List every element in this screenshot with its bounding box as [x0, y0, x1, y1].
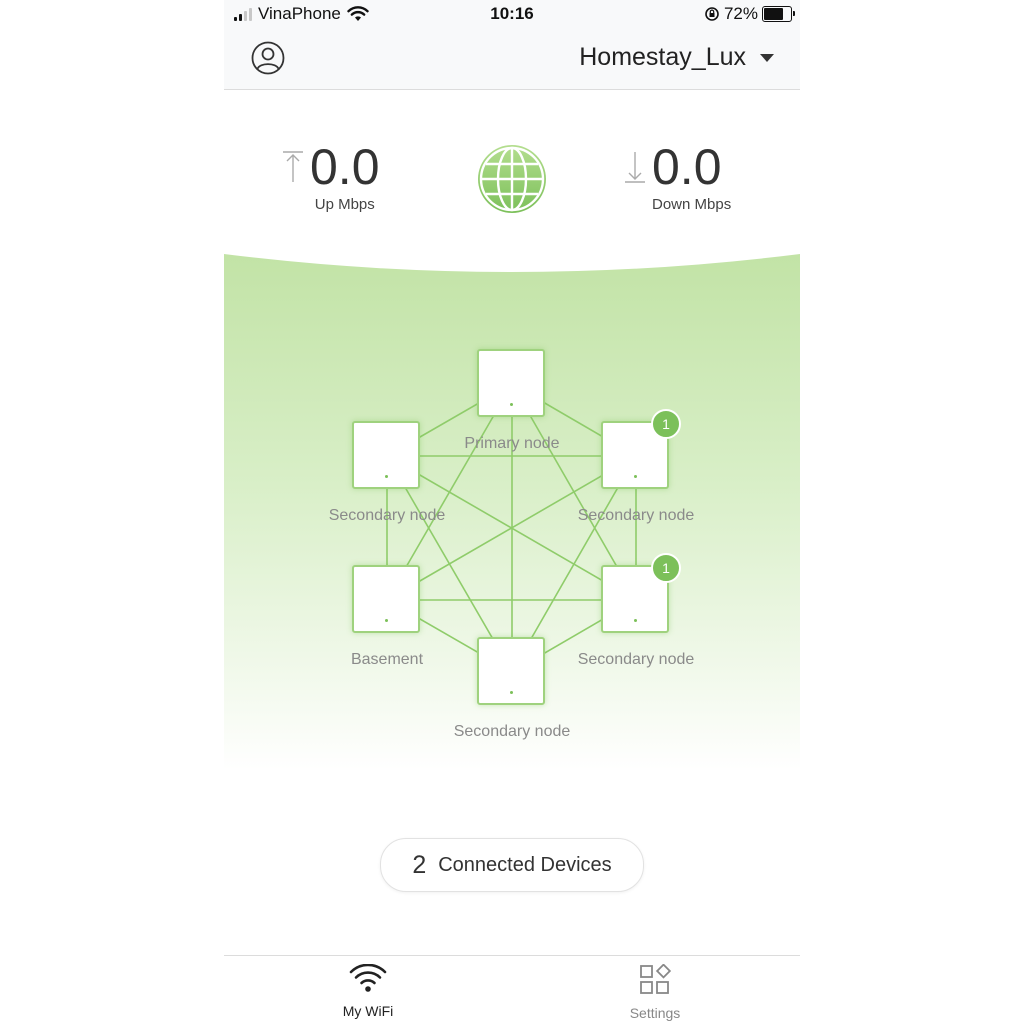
led-indicator	[634, 475, 637, 478]
battery-percent: 72%	[723, 4, 758, 23]
upload-speed: 0.0 Up Mbps	[282, 140, 380, 213]
upload-speed-label: Up Mbps	[314, 196, 375, 213]
device-count-badge: 1	[651, 409, 681, 439]
mesh-node-bottom[interactable]	[477, 637, 545, 705]
app-header: Homestay_Lux	[224, 30, 800, 90]
mesh-node-right-lower[interactable]: 1	[601, 553, 681, 633]
download-speed: 0.0 Down Mbps	[624, 140, 731, 213]
node-label-right-upper: Secondary node	[577, 507, 695, 524]
mesh-node-primary[interactable]	[477, 349, 545, 417]
status-bar: VinaPhone 10:16 72%	[224, 0, 800, 30]
network-selector[interactable]: Homestay_Lux	[579, 43, 774, 72]
tab-bar: My WiFi Settings	[224, 955, 800, 1024]
network-name: Homestay_Lux	[579, 43, 746, 71]
globe-icon[interactable]	[476, 143, 548, 215]
upload-arrow-icon	[283, 151, 303, 182]
led-indicator	[510, 403, 513, 406]
connected-devices-label: Connected Devices	[438, 853, 612, 876]
mesh-node-right-upper[interactable]: 1	[601, 409, 681, 489]
user-icon[interactable]	[251, 41, 285, 75]
wifi-icon	[349, 963, 387, 992]
orientation-lock-icon	[705, 7, 719, 21]
node-label-left-lower: Basement	[350, 651, 424, 668]
mesh-node-left-lower[interactable]	[352, 565, 420, 633]
upload-speed-value: 0.0	[310, 139, 380, 195]
connected-devices-count: 2	[412, 850, 427, 879]
caret-down-icon	[760, 53, 774, 62]
tab-settings[interactable]: Settings	[595, 963, 715, 1021]
node-label-bottom: Secondary node	[453, 723, 571, 740]
download-arrow-icon	[625, 152, 645, 183]
tab-my-wifi-label: My WiFi	[342, 1003, 394, 1019]
node-label-right-lower: Secondary node	[577, 651, 695, 668]
led-indicator	[385, 475, 388, 478]
led-indicator	[634, 619, 637, 622]
settings-grid-icon	[640, 963, 672, 994]
tab-my-wifi[interactable]: My WiFi	[308, 963, 428, 1019]
app-screen: VinaPhone 10:16 72% Homestay_Lux 0.0 Up …	[224, 0, 800, 1024]
led-indicator	[510, 691, 513, 694]
mesh-node-left-upper[interactable]	[352, 421, 420, 489]
download-speed-value: 0.0	[652, 139, 722, 195]
node-label-primary: Primary node	[464, 435, 560, 452]
connected-devices-button[interactable]: 2 Connected Devices	[380, 838, 644, 892]
device-count-badge: 1	[651, 553, 681, 583]
tab-settings-label: Settings	[629, 1005, 681, 1021]
battery-icon	[762, 6, 795, 22]
download-speed-label: Down Mbps	[652, 196, 732, 213]
node-label-left-upper: Secondary node	[328, 507, 446, 524]
led-indicator	[385, 619, 388, 622]
